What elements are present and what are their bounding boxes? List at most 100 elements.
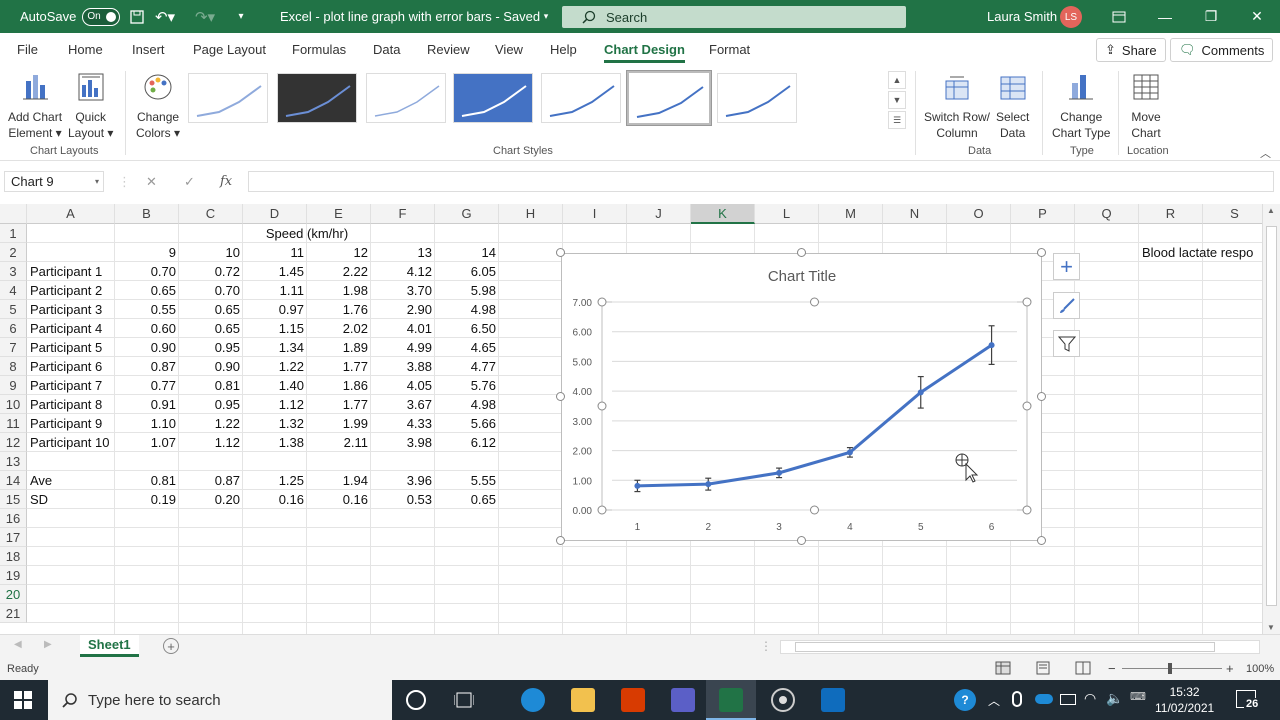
- autosave[interactable]: AutoSave On: [20, 0, 121, 33]
- help-icon[interactable]: ?: [954, 689, 976, 711]
- data-cell[interactable]: 0.90: [179, 357, 243, 376]
- chart-styles-button[interactable]: [1053, 292, 1080, 319]
- row-header-17[interactable]: 17: [0, 528, 27, 547]
- collapse-ribbon-icon[interactable]: ︿: [1260, 145, 1271, 161]
- data-cell[interactable]: 1.34: [243, 338, 307, 357]
- data-cell[interactable]: 0.65: [179, 300, 243, 319]
- chart-style-4[interactable]: [453, 73, 533, 123]
- ave-cell[interactable]: 1.94: [307, 471, 371, 490]
- change-colors-button[interactable]: Change Colors ▾: [136, 71, 180, 141]
- data-cell[interactable]: 5.98: [435, 281, 499, 300]
- tab-split-handle[interactable]: ⋮: [760, 639, 772, 653]
- data-cell[interactable]: 4.98: [435, 395, 499, 414]
- chart-style-5[interactable]: [541, 73, 621, 123]
- data-cell[interactable]: 0.77: [115, 376, 179, 395]
- sd-cell[interactable]: 0.19: [115, 490, 179, 509]
- outlook-icon[interactable]: [821, 688, 845, 712]
- chart-resize-handle[interactable]: [796, 536, 806, 545]
- edge-icon[interactable]: [521, 688, 545, 712]
- select-data-button[interactable]: Select Data: [996, 71, 1029, 141]
- data-cell[interactable]: 1.12: [179, 433, 243, 452]
- plot-area-resize-handle[interactable]: [1022, 505, 1032, 515]
- data-cell[interactable]: 0.70: [179, 281, 243, 300]
- data-cell[interactable]: 0.95: [179, 395, 243, 414]
- ave-cell[interactable]: 3.96: [371, 471, 435, 490]
- row-header-1[interactable]: 1: [0, 224, 27, 243]
- tab-help[interactable]: Help: [550, 33, 577, 65]
- user-name[interactable]: Laura Smith: [987, 0, 1057, 33]
- column-header-n[interactable]: N: [883, 204, 947, 224]
- data-cell[interactable]: 0.87: [115, 357, 179, 376]
- tab-format[interactable]: Format: [709, 33, 750, 65]
- zoom-slider-thumb[interactable]: [1168, 663, 1172, 674]
- data-cell[interactable]: 1.98: [307, 281, 371, 300]
- data-cell[interactable]: 4.01: [371, 319, 435, 338]
- data-cell[interactable]: 1.76: [307, 300, 371, 319]
- column-header-d[interactable]: D: [243, 204, 307, 224]
- plot-area-resize-handle[interactable]: [597, 297, 607, 307]
- scroll-up-icon[interactable]: ▲: [1267, 206, 1275, 215]
- data-cell[interactable]: 0.91: [115, 395, 179, 414]
- speed-cell[interactable]: 13: [371, 243, 435, 262]
- chart-elements-button[interactable]: +: [1053, 253, 1080, 280]
- row-header-14[interactable]: 14: [0, 471, 27, 490]
- chart-resize-handle[interactable]: [556, 248, 565, 257]
- column-header-a[interactable]: A: [27, 204, 115, 224]
- zoom-in-icon[interactable]: +: [1226, 661, 1234, 676]
- data-cell[interactable]: 0.72: [179, 262, 243, 281]
- next-sheet-icon[interactable]: ▶: [44, 639, 52, 650]
- data-cell[interactable]: 1.10: [115, 414, 179, 433]
- battery-icon[interactable]: [1060, 694, 1076, 705]
- speed-cell[interactable]: 10: [179, 243, 243, 262]
- select-all-corner[interactable]: [0, 204, 27, 224]
- column-header-s[interactable]: S: [1203, 204, 1262, 224]
- participant-name-cell[interactable]: Participant 4: [27, 319, 115, 338]
- data-cell[interactable]: 1.11: [243, 281, 307, 300]
- share-button[interactable]: ⇪ Share: [1096, 38, 1166, 62]
- data-cell[interactable]: 1.22: [179, 414, 243, 433]
- column-header-m[interactable]: M: [819, 204, 883, 224]
- sd-cell[interactable]: 0.53: [371, 490, 435, 509]
- zoom-level[interactable]: 100%: [1246, 663, 1274, 675]
- row-header-15[interactable]: 15: [0, 490, 27, 509]
- office-icon[interactable]: [621, 688, 645, 712]
- data-cell[interactable]: 1.86: [307, 376, 371, 395]
- row-header-5[interactable]: 5: [0, 300, 27, 319]
- data-cell[interactable]: 6.50: [435, 319, 499, 338]
- plot-area-resize-handle[interactable]: [1022, 297, 1032, 307]
- plot-area-resize-handle[interactable]: [810, 297, 819, 307]
- plot-area-resize-handle[interactable]: [1022, 401, 1032, 411]
- row-header-4[interactable]: 4: [0, 281, 27, 300]
- data-cell[interactable]: 0.70: [115, 262, 179, 281]
- taskbar-search[interactable]: Type here to search: [48, 680, 392, 720]
- chart-style-1[interactable]: [188, 73, 268, 123]
- column-header-q[interactable]: Q: [1075, 204, 1139, 224]
- add-chart-element-button[interactable]: Add Chart Element ▾: [8, 71, 62, 141]
- insert-function-icon[interactable]: fx: [220, 171, 232, 192]
- tab-view[interactable]: View: [495, 33, 523, 65]
- chart-resize-handle[interactable]: [1037, 392, 1046, 401]
- volume-icon[interactable]: 🔈: [1106, 690, 1123, 707]
- speed-header-cell[interactable]: Speed (km/hr): [115, 224, 499, 243]
- text-cell-r2[interactable]: Blood lactate respo: [1139, 243, 1259, 262]
- data-cell[interactable]: 1.12: [243, 395, 307, 414]
- windows-start-icon[interactable]: [14, 691, 32, 712]
- search-box[interactable]: Search: [562, 6, 906, 28]
- change-chart-type-button[interactable]: Change Chart Type: [1052, 71, 1110, 141]
- data-cell[interactable]: 4.98: [435, 300, 499, 319]
- data-cell[interactable]: 0.55: [115, 300, 179, 319]
- cancel-icon[interactable]: ✕: [146, 171, 157, 192]
- speed-cell[interactable]: 14: [435, 243, 499, 262]
- data-cell[interactable]: 0.95: [179, 338, 243, 357]
- gallery-scroll-down-icon[interactable]: ▼: [888, 91, 906, 109]
- column-header-j[interactable]: J: [627, 204, 691, 224]
- participant-name-cell[interactable]: Participant 5: [27, 338, 115, 357]
- cortana-icon[interactable]: [406, 690, 426, 710]
- row-header-13[interactable]: 13: [0, 452, 27, 471]
- tab-insert[interactable]: Insert: [132, 33, 165, 65]
- formula-input[interactable]: [248, 171, 1274, 192]
- data-cell[interactable]: 3.98: [371, 433, 435, 452]
- chart-filters-button[interactable]: [1053, 330, 1080, 357]
- data-cell[interactable]: 1.45: [243, 262, 307, 281]
- document-title[interactable]: Excel - plot line graph with error bars …: [280, 0, 548, 33]
